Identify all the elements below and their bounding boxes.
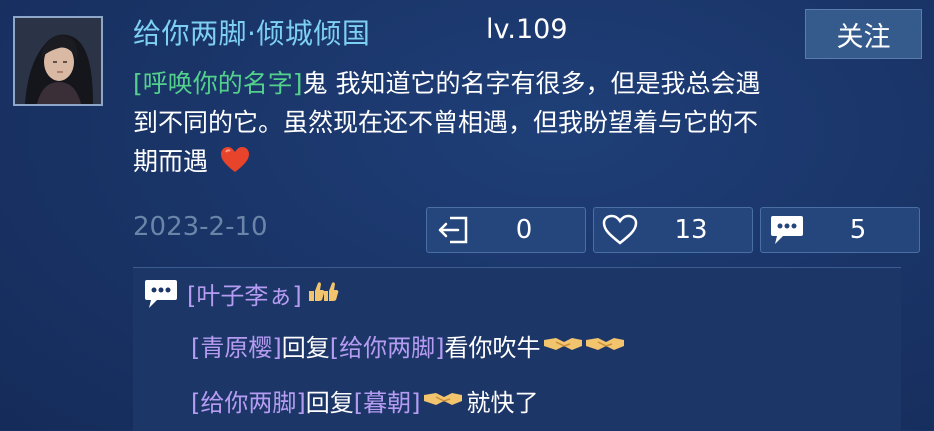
mention-tag[interactable]: [呼唤你的名字] (133, 69, 303, 98)
comment-item[interactable]: [青原樱] 回复 [给你两脚] 看你吹牛 (191, 328, 626, 363)
comment-text: 就快了 (466, 389, 539, 417)
speech-bubble-icon (143, 278, 179, 310)
reply-word: 回复 (281, 334, 330, 362)
comments-panel: [叶子李ぁ] [青原樱] 回复 [给你两脚] 看你吹牛 [给你两脚] 回复 [暮… (133, 267, 901, 431)
comment-count: 5 (849, 215, 867, 245)
heart-outline-icon (600, 210, 640, 250)
handshake-icon (584, 332, 626, 360)
share-count: 0 (515, 215, 533, 245)
post-content: [呼唤你的名字]鬼 我知道它的名字有很多，但是我总会遇 到不同的它。虽然现在还不… (133, 64, 903, 185)
share-exit-icon (433, 210, 473, 250)
speech-bubble-icon (767, 210, 807, 250)
comment-user[interactable]: [青原樱] (191, 328, 282, 363)
follow-button[interactable]: 关注 (805, 9, 922, 59)
comment-user[interactable]: [给你两脚] (191, 383, 306, 418)
author-level: lv.109 (486, 14, 568, 45)
author-avatar[interactable] (13, 16, 103, 106)
reply-target[interactable]: [暮朝] (354, 383, 421, 418)
post-line-1: [呼唤你的名字]鬼 我知道它的名字有很多，但是我总会遇 (133, 69, 761, 98)
comment-user[interactable]: [叶子李ぁ] (187, 276, 302, 311)
like-count: 13 (674, 215, 708, 245)
thumbs-up-icon (306, 279, 340, 309)
handshake-icon (542, 332, 584, 360)
comment-button[interactable]: 5 (760, 207, 920, 253)
post-line-2: 到不同的它。虽然现在还不曾相遇，但我盼望着与它的不 (133, 108, 759, 137)
post-line-3: 期而遇 (133, 142, 903, 185)
post-date: 2023-2-10 (133, 212, 268, 242)
author-name[interactable]: 给你两脚·倾城倾国 (133, 12, 370, 52)
handshake-icon (422, 387, 464, 415)
comment-item[interactable]: [给你两脚] 回复 [暮朝] 就快了 (191, 383, 538, 418)
avatar-portrait (15, 18, 101, 104)
share-button[interactable]: 0 (426, 207, 586, 253)
red-heart-icon (220, 146, 250, 185)
reply-word: 回复 (305, 389, 354, 417)
reply-target[interactable]: [给你两脚] (330, 328, 445, 363)
comment-item[interactable]: [叶子李ぁ] (143, 276, 340, 311)
like-button[interactable]: 13 (593, 207, 753, 253)
comment-text: 看你吹牛 (444, 334, 541, 362)
